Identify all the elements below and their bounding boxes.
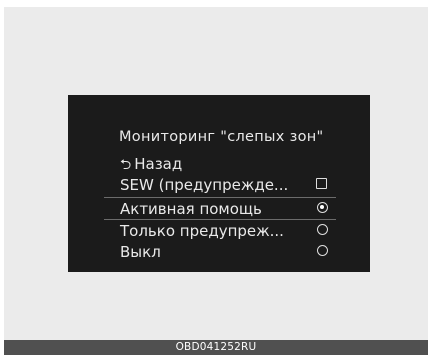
figure-caption: OBD041252RU: [4, 340, 428, 355]
menu-item-warning-only[interactable]: Только предупреж...: [68, 220, 370, 242]
radio-selected-dot: [320, 205, 324, 209]
menu-title: Мониторинг "слепых зон": [119, 129, 324, 145]
menu-item-off[interactable]: Выкл: [68, 241, 370, 263]
menu-item-label: Выкл: [120, 243, 161, 261]
active-assist-radio[interactable]: [317, 202, 328, 213]
menu-item-active-assist[interactable]: Активная помощь: [104, 197, 336, 220]
back-menu-item[interactable]: ⮌ Назад: [120, 153, 182, 175]
menu-item-sew[interactable]: SEW (предупрежде...: [68, 174, 370, 196]
back-label: Назад: [134, 155, 183, 173]
menu-item-label: SEW (предупрежде...: [120, 176, 289, 194]
return-arrow-icon: ⮌: [120, 157, 132, 173]
figure-frame: Мониторинг "слепых зон" ⮌ Назад SEW (пред…: [4, 7, 428, 340]
cluster-display: Мониторинг "слепых зон" ⮌ Назад SEW (пред…: [68, 95, 370, 272]
warning-only-radio[interactable]: [317, 224, 328, 235]
menu-item-label: Активная помощь: [120, 200, 262, 218]
sew-checkbox[interactable]: [316, 178, 327, 189]
menu-item-label: Только предупреж...: [120, 222, 284, 240]
off-radio[interactable]: [317, 245, 328, 256]
